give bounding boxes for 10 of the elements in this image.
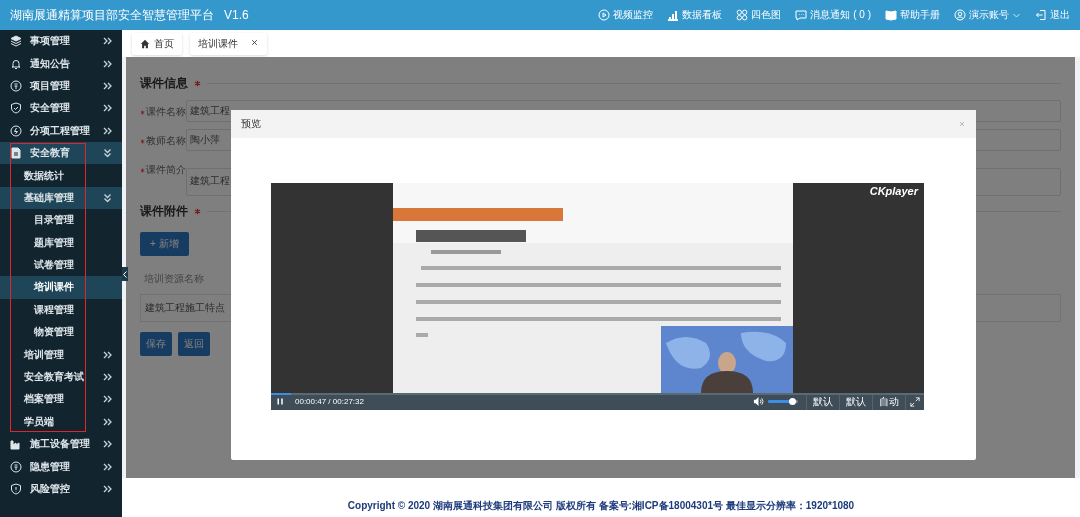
copyright-text: Copyright © 2020 湖南展通科技集团有限公司 版权所有 备案号:湘ICP备18004301号 最佳显示分辨率：1920*1080 xyxy=(347,499,855,513)
app-title: 湖南展通精算项目部安全智慧管理平台 xyxy=(10,6,214,24)
version-label: V1.6 xyxy=(224,8,249,22)
section-title: 课件附件 xyxy=(140,203,188,220)
field-label: 课件简介 xyxy=(146,163,186,177)
player-logo: CKplayer xyxy=(869,185,918,197)
section-title: 课件信息 xyxy=(140,75,188,92)
field-label: 教师名称 xyxy=(146,134,186,148)
time-display: 00:00:47 / 00:27:32 xyxy=(295,397,365,406)
field-label: 课件名称 xyxy=(146,105,186,119)
